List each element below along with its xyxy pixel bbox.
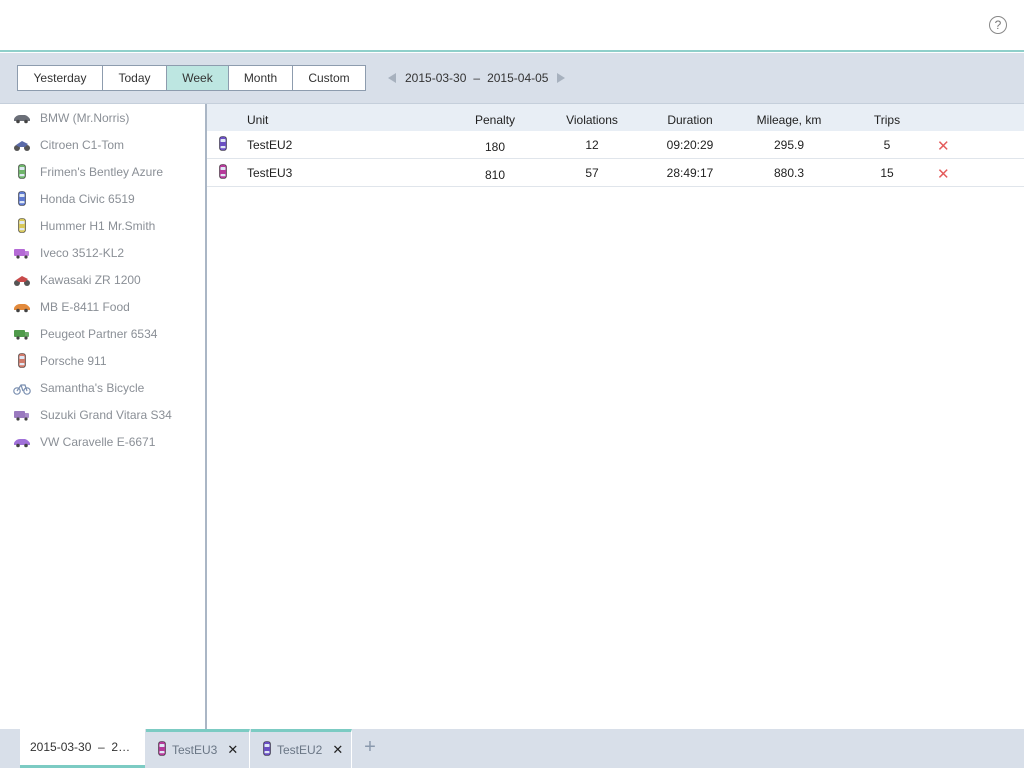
date-navigation: 2015-03-30 – 2015-04-05 bbox=[388, 66, 566, 90]
unit-list-item-label: Citroen C1-Tom bbox=[40, 137, 125, 152]
table-header: Unit Penalty Violations Duration Mileage… bbox=[207, 104, 1024, 131]
unit-list-item[interactable]: Citroen C1-Tom bbox=[0, 131, 205, 158]
car-icon bbox=[13, 111, 31, 125]
cell-trips: 5 bbox=[883, 138, 891, 152]
period-today-button[interactable]: Today bbox=[103, 66, 167, 90]
date-separator: – bbox=[473, 71, 481, 85]
column-mileage: Mileage, km bbox=[756, 113, 822, 127]
unit-list-item-label: Iveco 3512-KL2 bbox=[40, 245, 125, 260]
column-penalty: Penalty bbox=[475, 113, 516, 127]
date-from: 2015-03-30 bbox=[405, 71, 467, 85]
motorcycle-icon bbox=[13, 273, 31, 287]
cell-unit: TestEU2 bbox=[247, 138, 293, 152]
unit-list-item[interactable]: Porsche 911 bbox=[0, 347, 205, 374]
car-topview-icon bbox=[219, 136, 227, 154]
close-icon[interactable]: ✕ bbox=[332, 742, 343, 758]
cell-mileage: 295.9 bbox=[773, 138, 805, 152]
period-month-button[interactable]: Month bbox=[229, 66, 293, 90]
unit-list-item[interactable]: Peugeot Partner 6534 bbox=[0, 320, 205, 347]
tab-testeu2-label: TestEU2 bbox=[277, 743, 323, 757]
unit-list-item[interactable]: Kawasaki ZR 1200 bbox=[0, 266, 205, 293]
unit-list-item[interactable]: Hummer H1 Mr.Smith bbox=[0, 212, 205, 239]
cell-violations: 12 bbox=[585, 138, 599, 152]
van-icon bbox=[13, 327, 31, 341]
sports-car-icon bbox=[13, 300, 31, 314]
unit-list-item-label: Kawasaki ZR 1200 bbox=[40, 272, 141, 287]
unit-list-item[interactable]: MB E-8411 Food bbox=[0, 293, 205, 320]
column-unit: Unit bbox=[247, 113, 269, 127]
unit-list-item[interactable]: Samantha's Bicycle bbox=[0, 374, 205, 401]
car-topview-icon bbox=[263, 741, 271, 759]
sports-car-icon bbox=[13, 435, 31, 449]
period-week-button[interactable]: Week bbox=[167, 66, 229, 90]
unit-list-item[interactable]: VW Caravelle E-6671 bbox=[0, 428, 205, 455]
tab-date-range-label: 2015-03-30 – 2… bbox=[30, 740, 131, 754]
cell-violations: 57 bbox=[585, 166, 599, 180]
period-yesterday-button[interactable]: Yesterday bbox=[18, 66, 103, 90]
quad-bike-icon bbox=[13, 138, 31, 152]
report-table: Unit Penalty Violations Duration Mileage… bbox=[207, 104, 1024, 729]
unit-list-item[interactable]: BMW (Mr.Norris) bbox=[0, 104, 205, 131]
unit-list-item-label: Suzuki Grand Vitara S34 bbox=[40, 407, 172, 422]
cell-mileage: 880.3 bbox=[773, 166, 805, 180]
car-topview-icon bbox=[219, 164, 227, 182]
unit-list-item[interactable]: Honda Civic 6519 bbox=[0, 185, 205, 212]
unit-list: BMW (Mr.Norris) Citroen C1-Tom Frimen's Be… bbox=[0, 104, 207, 729]
period-selector: Yesterday Today Week Month Custom bbox=[17, 65, 366, 91]
cell-penalty: 810 bbox=[484, 168, 506, 182]
unit-list-item[interactable]: Iveco 3512-KL2 bbox=[0, 239, 205, 266]
cell-unit: TestEU3 bbox=[247, 166, 293, 180]
delete-row-icon[interactable]: ✕ bbox=[937, 137, 950, 155]
trolleybus-icon bbox=[13, 408, 31, 422]
truck-icon bbox=[13, 246, 31, 260]
bicycle-icon bbox=[13, 381, 31, 395]
tab-testeu3-label: TestEU3 bbox=[172, 743, 218, 757]
delete-row-icon[interactable]: ✕ bbox=[937, 165, 950, 183]
cell-duration: 09:20:29 bbox=[666, 138, 714, 152]
tab-testeu2[interactable]: TestEU2 ✕ bbox=[251, 729, 352, 768]
next-period-icon[interactable] bbox=[557, 73, 566, 83]
unit-list-item[interactable]: Frimen's Bentley Azure bbox=[0, 158, 205, 185]
cell-penalty: 180 bbox=[484, 140, 506, 154]
column-duration: Duration bbox=[667, 113, 713, 127]
unit-list-item-label: Peugeot Partner 6534 bbox=[40, 326, 158, 341]
unit-list-item-label: BMW (Mr.Norris) bbox=[40, 110, 130, 125]
date-to: 2015-04-05 bbox=[487, 71, 549, 85]
table-body: TestEU2 180 12 09:20:29 295.9 5 ✕ TestEU3 810 57 2… bbox=[207, 131, 1024, 187]
tab-date-range[interactable]: 2015-03-30 – 2… bbox=[20, 729, 145, 768]
unit-list-item-label: Hummer H1 Mr.Smith bbox=[40, 218, 156, 233]
unit-list-item-label: Honda Civic 6519 bbox=[40, 191, 135, 206]
table-row[interactable]: TestEU2 180 12 09:20:29 295.9 5 ✕ bbox=[207, 131, 1024, 159]
table-row[interactable]: TestEU3 810 57 28:49:17 880.3 15 ✕ bbox=[207, 159, 1024, 187]
car-topview-icon bbox=[13, 164, 31, 179]
unit-list-item-label: VW Caravelle E-6671 bbox=[40, 434, 156, 449]
column-trips: Trips bbox=[873, 113, 901, 127]
car-topview-icon bbox=[13, 353, 31, 368]
cell-duration: 28:49:17 bbox=[666, 166, 714, 180]
car-topview-icon bbox=[13, 218, 31, 233]
close-icon[interactable]: ✕ bbox=[227, 742, 238, 758]
unit-list-item[interactable]: Suzuki Grand Vitara S34 bbox=[0, 401, 205, 428]
previous-period-icon[interactable] bbox=[388, 73, 396, 83]
bottom-tab-bar: 2015-03-30 – 2… TestEU3 ✕ TestEU2 ✕ + bbox=[0, 729, 1024, 768]
toolbar: Yesterday Today Week Month Custom 2015-0… bbox=[0, 53, 1024, 104]
column-violations: Violations bbox=[566, 113, 618, 127]
cell-trips: 15 bbox=[880, 166, 894, 180]
unit-list-item-label: Porsche 911 bbox=[40, 353, 107, 368]
unit-list-item-label: Samantha's Bicycle bbox=[40, 380, 145, 395]
unit-list-item-label: MB E-8411 Food bbox=[40, 299, 130, 314]
period-custom-button[interactable]: Custom bbox=[293, 66, 365, 90]
add-tab-icon[interactable]: + bbox=[361, 737, 379, 757]
car-topview-icon bbox=[13, 191, 31, 206]
tab-testeu3[interactable]: TestEU3 ✕ bbox=[146, 729, 250, 768]
car-topview-icon bbox=[158, 741, 166, 759]
header: ? bbox=[0, 0, 1024, 52]
help-icon[interactable]: ? bbox=[989, 16, 1007, 34]
unit-list-item-label: Frimen's Bentley Azure bbox=[40, 164, 164, 179]
